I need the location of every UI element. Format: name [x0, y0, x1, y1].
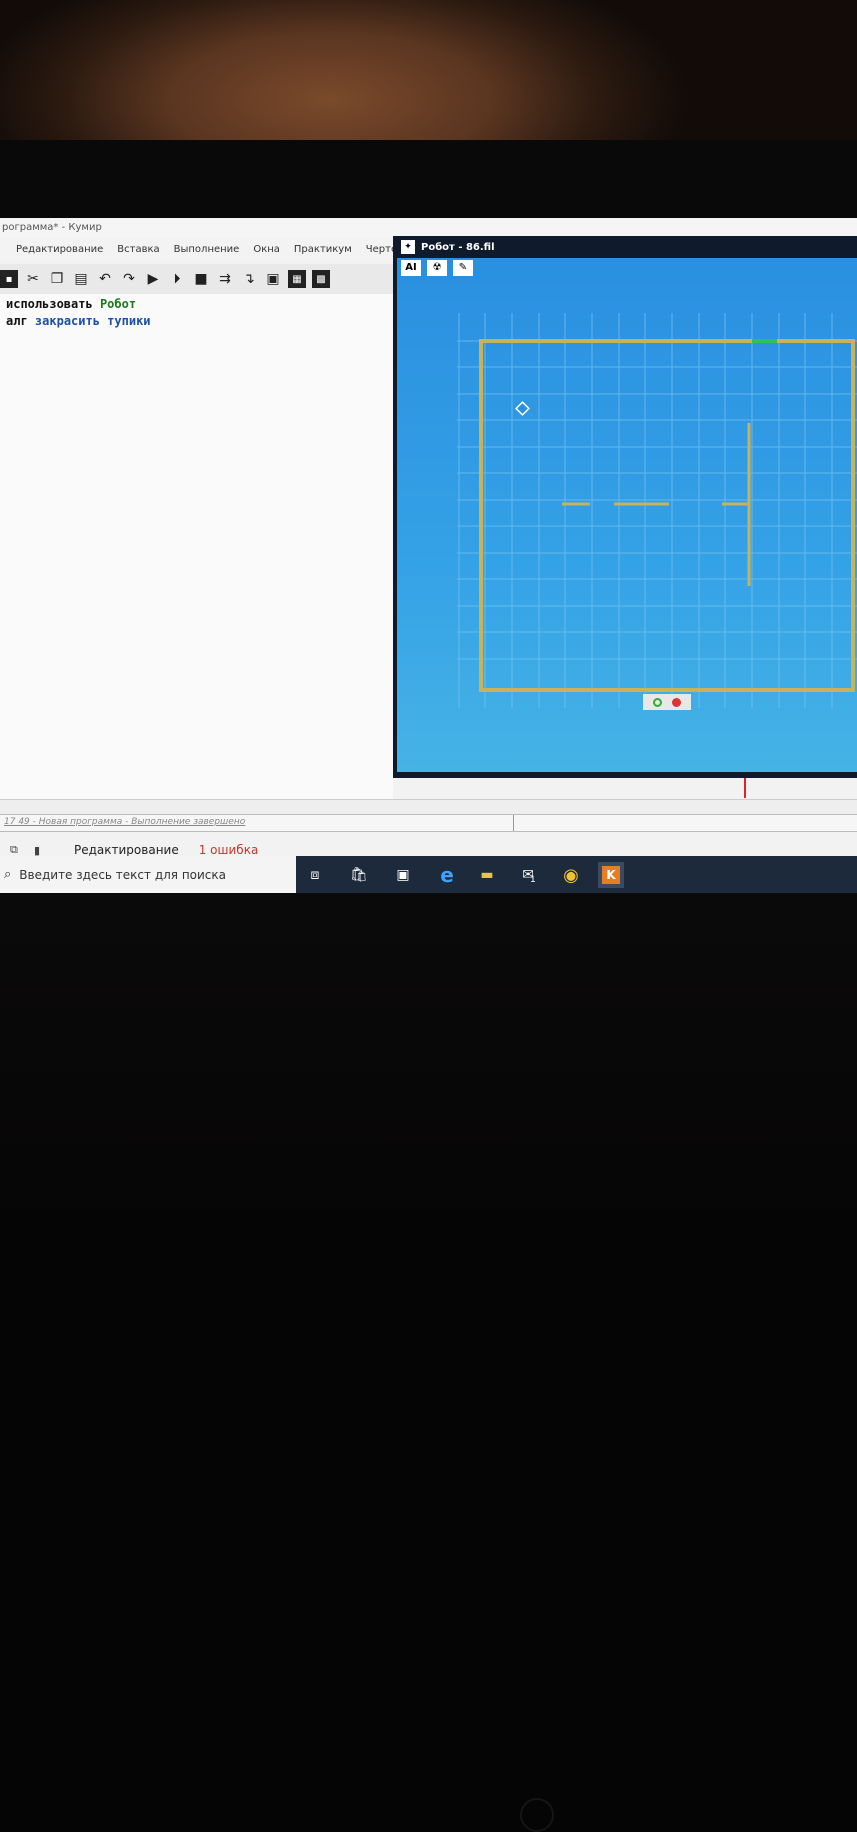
monitor-bezel-top — [0, 140, 857, 218]
pin-icon[interactable]: ✦ — [401, 240, 415, 254]
main-toolbar: ▪ ✂ ❐ ▤ ↶ ↷ ▶ ⏵ ■ ⇉ ↴ ▣ ▦ ▩ — [0, 264, 395, 294]
robot-title-bar[interactable]: ✦ Робот - 86.fil — [393, 236, 857, 258]
output-line: 17 49 - Новая программа - Выполнение зав… — [0, 814, 857, 832]
counter-icon[interactable]: ▣ — [264, 270, 282, 288]
code-algorithm-name: закрасить тупики — [34, 314, 151, 328]
kumir-app-icon: K — [602, 866, 620, 884]
background-room — [0, 0, 857, 150]
menu-item-windows[interactable]: Окна — [253, 244, 280, 255]
field-icon[interactable]: ▩ — [312, 270, 330, 288]
robot-grid — [457, 313, 857, 708]
undo-icon[interactable]: ↶ — [96, 270, 114, 288]
edge-browser-icon[interactable]: e — [434, 862, 460, 888]
monitor-screen: рограмма* - Кумир Редактирование Вставка… — [0, 218, 857, 893]
doc-icon: ⧉ — [10, 843, 18, 856]
panel-splitter[interactable] — [0, 799, 857, 815]
radiation-icon[interactable]: ☢ — [427, 260, 447, 276]
menu-item-practicum[interactable]: Практикум — [294, 244, 352, 255]
mail-badge: 1 — [530, 875, 536, 885]
taskbar: ⌕ Введите здесь текст для поиска ⧈ 🛍 ▣ e… — [0, 856, 857, 893]
pen-icon[interactable]: ✎ — [453, 260, 473, 276]
robot-window-title: Робот - 86.fil — [421, 241, 495, 253]
output-separator — [513, 815, 514, 831]
grid-icon[interactable]: ▦ — [288, 270, 306, 288]
file-explorer-icon[interactable]: ▬ — [474, 862, 500, 888]
robot-window: ✦ Робот - 86.fil AI ☢ ✎ — [393, 236, 857, 778]
code-editor[interactable]: использовать Робот алг закрасить тупики — [0, 294, 393, 799]
brand-logo-icon — [520, 1798, 554, 1832]
monitor-bezel-bottom — [0, 893, 857, 1832]
save-icon[interactable]: ▪ — [0, 270, 18, 288]
error-marker — [744, 778, 746, 798]
robot-field-controls — [643, 694, 691, 710]
store-icon[interactable]: 🛍 — [346, 862, 372, 888]
step-into-icon[interactable]: ↴ — [240, 270, 258, 288]
taskbar-search[interactable]: ⌕ Введите здесь текст для поиска — [0, 856, 296, 893]
photos-icon[interactable]: ▣ — [390, 862, 416, 888]
kumir-taskbar-button[interactable]: K — [598, 862, 624, 888]
menu-item-edit[interactable]: Редактирование — [16, 244, 103, 255]
edit-mode: Редактирование — [74, 843, 179, 857]
copy-icon[interactable]: ❐ — [48, 270, 66, 288]
close-field-button[interactable] — [672, 697, 681, 707]
chrome-icon[interactable]: ◉ — [558, 862, 584, 888]
search-icon: ⌕ — [4, 867, 12, 882]
step-over-icon[interactable]: ⇉ — [216, 270, 234, 288]
cut-icon[interactable]: ✂ — [24, 270, 42, 288]
mail-icon[interactable]: ✉ 1 — [516, 862, 542, 888]
robot-toolbar: AI ☢ ✎ — [401, 260, 473, 276]
run-icon[interactable]: ▶ — [144, 270, 162, 288]
redo-icon[interactable]: ↷ — [120, 270, 138, 288]
code-keyword-alg: алг — [6, 314, 28, 328]
robot-field: AI ☢ ✎ — [397, 258, 857, 772]
task-view-icon[interactable]: ⧈ — [302, 862, 328, 888]
error-count[interactable]: 1 ошибка — [199, 843, 259, 857]
menu-item-insert[interactable]: Вставка — [117, 244, 159, 255]
code-executor-name: Робот — [99, 297, 137, 311]
ai-button[interactable]: AI — [401, 260, 421, 276]
lock-icon: ▮ — [34, 843, 41, 857]
menu-item-run[interactable]: Выполнение — [174, 244, 240, 255]
reset-button[interactable] — [653, 697, 662, 707]
stop-icon[interactable]: ■ — [192, 270, 210, 288]
code-keyword-use: использовать — [6, 297, 93, 311]
window-title: рограмма* - Кумир — [0, 218, 857, 238]
step-run-icon[interactable]: ⏵ — [168, 270, 186, 288]
paste-icon[interactable]: ▤ — [72, 270, 90, 288]
output-message: 17 49 - Новая программа - Выполнение зав… — [4, 817, 246, 827]
search-placeholder: Введите здесь текст для поиска — [19, 867, 227, 882]
